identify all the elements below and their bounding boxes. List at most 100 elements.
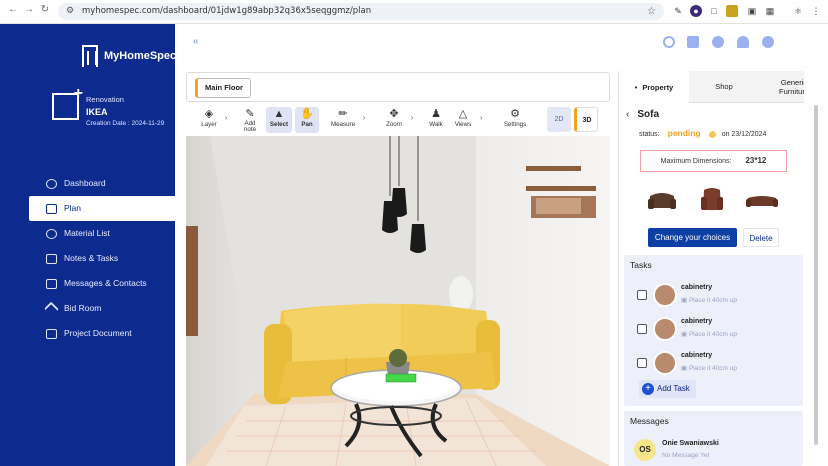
pan-tool[interactable]: ✋ Pan <box>295 107 319 133</box>
task-checkbox[interactable] <box>637 324 647 334</box>
dims-label: Maximum Dimensions: <box>660 158 732 165</box>
sidebar-item-dashboard[interactable]: Dashboard <box>0 171 175 196</box>
status-badge: pending <box>667 128 701 138</box>
add-home-icon[interactable] <box>52 85 83 120</box>
sidebar-item-material-list[interactable]: Material List <box>0 221 175 246</box>
sidebar-item-bid-room[interactable]: Bid Room <box>0 296 175 321</box>
sidebar-item-notes-tasks[interactable]: Notes & Tasks <box>0 246 175 271</box>
puzzle-extensions-icon[interactable]: ▦ <box>764 5 776 17</box>
dims-value: 23*12 <box>745 156 767 165</box>
user-icon[interactable] <box>762 36 774 48</box>
task-note: ▣ Place it 40cm up <box>681 296 737 304</box>
sidebar-item-label: Material List <box>64 228 110 238</box>
chevron-right-icon[interactable]: › <box>363 115 365 122</box>
reload-icon[interactable]: ↻ <box>38 4 52 15</box>
avatar <box>653 283 677 307</box>
mode-2d-button[interactable]: 2D <box>547 107 571 132</box>
mode-3d-button[interactable]: 3D <box>574 107 598 132</box>
tab-label: Shop <box>715 82 733 91</box>
floor-vase <box>449 276 473 312</box>
notes-icon <box>46 254 57 264</box>
browser-chrome: ← → ↻ ⚙ myhomespec.com/dashboard/01jdw1g… <box>0 0 828 24</box>
task-name: cabinetry <box>681 284 713 291</box>
pen-extension-icon[interactable]: ✎ <box>672 5 684 17</box>
delete-button[interactable]: Delete <box>743 228 779 247</box>
zoom-move-icon: ✥ <box>389 108 399 120</box>
tasks-title: Tasks <box>630 260 652 270</box>
collapse-sidebar-icon[interactable]: « <box>193 36 199 47</box>
sidebar-item-plan[interactable]: Plan <box>29 196 175 221</box>
wall-art <box>186 226 198 336</box>
3d-viewport[interactable] <box>186 136 610 466</box>
extension-icon[interactable]: ● <box>690 5 702 17</box>
measure-tool[interactable]: ✏ Measure <box>329 107 357 133</box>
pending-icon <box>708 130 716 138</box>
back-icon[interactable]: ← <box>6 4 20 15</box>
walk-tool[interactable]: ♟ Walk <box>426 107 446 133</box>
task-name: cabinetry <box>681 318 713 325</box>
heart-icon[interactable] <box>712 36 724 48</box>
task-checkbox[interactable] <box>637 358 647 368</box>
change-choices-button[interactable]: Change your choices <box>648 228 737 247</box>
sofa-option-thumbnail[interactable] <box>645 186 679 214</box>
avatar <box>653 351 677 375</box>
chevron-right-icon[interactable]: › <box>225 115 227 122</box>
task-item: cabinetry ▣ Place it 40cm up <box>637 281 797 309</box>
zoom-tool[interactable]: ✥ Zoom <box>383 107 405 133</box>
main-floor-button[interactable]: Main Floor <box>195 78 251 98</box>
chevron-right-icon[interactable]: › <box>480 115 482 122</box>
task-note: ▣ Place it 40cm up <box>681 364 737 372</box>
profile-pin-icon[interactable]: ⚛ <box>792 5 804 17</box>
forward-icon[interactable]: → <box>22 4 36 15</box>
task-item: cabinetry ▣ Place it 40cm up <box>637 315 797 343</box>
document-icon <box>46 329 57 339</box>
address-bar[interactable]: ⚙ myhomespec.com/dashboard/01jdw1g89abp3… <box>58 3 664 20</box>
add-task-button[interactable]: Add Task <box>639 380 696 398</box>
message-icon <box>46 279 57 289</box>
back-chevron-icon[interactable]: ‹ <box>626 109 629 120</box>
task-note-text: Place it 40cm up <box>688 331 738 338</box>
sofa-option-thumbnail[interactable] <box>745 186 779 214</box>
brand[interactable]: MyHomeSpec <box>82 45 176 67</box>
sidebar-item-messages-contacts[interactable]: Messages & Contacts <box>0 271 175 296</box>
message-item[interactable]: OS Onie Swaniawski No Message Yet <box>634 437 794 463</box>
sidebar: MyHomeSpec Renovation IKEA Creation Date… <box>0 24 176 466</box>
layer-icon: ◈ <box>204 108 214 120</box>
cart-icon[interactable] <box>687 36 699 48</box>
creation-date: Creation Date : 2024-11-29 <box>86 120 165 127</box>
panel-scrollbar[interactable] <box>804 71 828 466</box>
sidebar-item-project-document[interactable]: Project Document <box>0 321 175 346</box>
scrollbar-thumb[interactable] <box>814 105 818 445</box>
tab-label: Property <box>642 82 674 92</box>
sidebar-item-label: Plan <box>64 203 82 213</box>
task-item: cabinetry ▣ Place it 40cm up <box>637 349 797 377</box>
layer-tool[interactable]: ◈ Layer <box>199 107 219 133</box>
task-checkbox[interactable] <box>637 290 647 300</box>
room-render <box>186 136 610 466</box>
settings-tool[interactable]: ⚙ Settings <box>501 107 529 133</box>
folder-extension-icon[interactable]: □ <box>708 5 720 17</box>
site-info-icon[interactable]: ⚙ <box>66 3 74 20</box>
bell-icon[interactable] <box>737 36 749 48</box>
plan-toolbar: ◈ Layer › ✎ Add note ▲ Select ✋ Pan ✏ Measure… <box>186 105 610 135</box>
sidebar-item-label: Project Document <box>64 328 132 338</box>
chevron-right-icon[interactable]: › <box>411 115 413 122</box>
tool-label: Views <box>454 121 472 128</box>
views-tool[interactable]: △ Views <box>452 107 474 133</box>
tasks-section: Tasks cabinetry ▣ Place it 40cm up cabine… <box>624 255 803 406</box>
search-icon[interactable] <box>663 36 675 48</box>
dashboard-icon <box>46 179 57 189</box>
sidebar-item-label: Dashboard <box>64 178 106 188</box>
screenshot-extension-icon[interactable]: ▣ <box>746 5 758 17</box>
browser-menu-icon[interactable]: ⋮ <box>810 5 822 17</box>
select-tool[interactable]: ▲ Select <box>266 107 292 133</box>
tab-property[interactable]: • Property <box>619 71 689 103</box>
bookmark-star-icon[interactable]: ☆ <box>647 3 656 20</box>
tab-shop[interactable]: Shop <box>689 71 759 103</box>
note-icon: ▣ <box>681 365 689 372</box>
tag-extension-icon[interactable] <box>726 5 738 17</box>
add-note-tool[interactable]: ✎ Add note <box>241 107 259 133</box>
status-row: status: pending on 23/12/2024 <box>639 128 766 138</box>
tool-label: Add note <box>243 120 257 134</box>
sofa-option-thumbnail[interactable] <box>695 186 729 214</box>
